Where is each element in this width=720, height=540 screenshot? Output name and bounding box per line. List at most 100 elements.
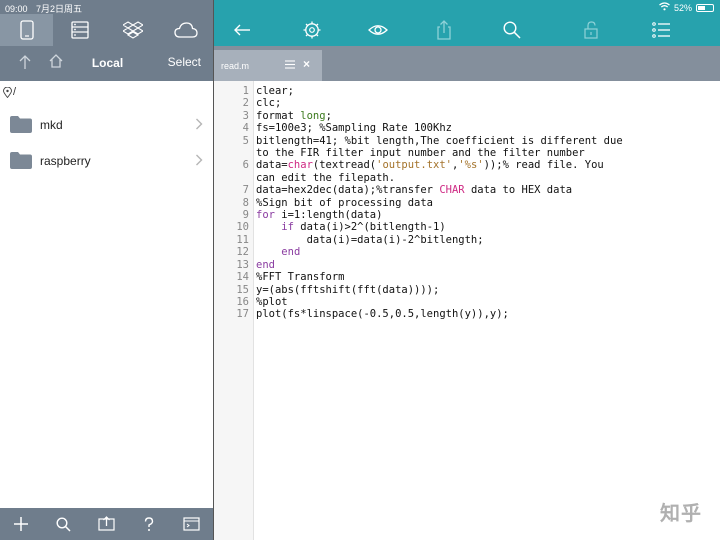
code-line: 16 %plot [214, 296, 720, 308]
file-tab-bar: read.m × [214, 46, 720, 81]
chevron-right-icon [196, 154, 203, 166]
location-tabs [0, 14, 213, 46]
file-name: mkd [40, 118, 63, 132]
line-number: 10 [236, 221, 249, 234]
code-line: 2 clc; [214, 97, 720, 109]
line-text: %FFT Transform [256, 271, 345, 284]
line-text: data=char(textread('output.txt','%s'));%… [256, 159, 604, 184]
code-line: 6 data=char(textread('output.txt','%s'));… [214, 159, 720, 184]
up-arrow-icon[interactable] [17, 54, 33, 70]
line-text: end [256, 258, 275, 271]
status-time: 09:00 [5, 4, 28, 14]
wifi-icon [659, 2, 670, 13]
location-pin-icon [3, 86, 12, 98]
list-item[interactable]: mkd [0, 106, 213, 142]
line-text: clear; [256, 85, 294, 97]
line-number: 4 [242, 122, 249, 135]
line-text: for i=1:length(data) [256, 209, 383, 222]
file-browser-toolbar [0, 508, 213, 540]
line-text: format long; [256, 109, 332, 122]
code-line: 8 %Sign bit of processing data [214, 197, 720, 209]
code-editor[interactable]: 1 clear; 2 clc; 3 format long; 4 fs=100e3; %… [214, 81, 720, 540]
line-number: 5 [242, 134, 249, 147]
code-line: 17 plot(fs*linspace(-0.5,0.5,length(y)),y… [214, 308, 720, 320]
search-icon[interactable] [55, 515, 73, 533]
line-text: end [281, 246, 301, 259]
current-path: / [13, 86, 17, 98]
editor-pane: read.m × 1 clear; 2 clc; 3 format long; 4 fs… [214, 0, 720, 540]
code-line: 7 data=hex2dec(data);%transfer CHAR data … [214, 184, 720, 196]
code-line: 10 if data(i)>2^(bitlength-1) [214, 221, 720, 233]
line-number: 17 [236, 308, 249, 321]
line-number: 7 [242, 184, 249, 197]
eye-icon[interactable] [368, 20, 388, 40]
watermark: 知乎 [660, 503, 702, 525]
line-text: if data(i)>2^(bitlength-1) [281, 221, 446, 234]
list-item[interactable]: raspberry [0, 142, 213, 178]
home-icon[interactable] [48, 53, 64, 69]
line-number: 3 [242, 109, 249, 122]
line-text: fs=100e3; %Sampling Rate 100Khz [256, 122, 452, 135]
code-line: 12 end [214, 246, 720, 258]
line-text: y=(abs(fftshift(fft(data)))); [256, 283, 440, 296]
line-text: data(i)=data(i)-2^bitlength; [256, 233, 484, 246]
line-number: 14 [236, 271, 249, 284]
line-number: 2 [242, 97, 249, 110]
code-area[interactable]: 1 clear; 2 clc; 3 format long; 4 fs=100e3; %… [214, 85, 720, 321]
line-number: 13 [236, 258, 249, 271]
tab-servers[interactable] [53, 14, 106, 46]
line-number: 15 [236, 283, 249, 296]
line-number: 6 [242, 159, 249, 172]
battery-icon [696, 3, 714, 12]
dropbox-icon [123, 21, 144, 39]
file-browser-nav: Local Select [0, 46, 213, 81]
code-line: 9 for i=1:length(data) [214, 209, 720, 221]
status-bar: 09:00 7月2日周五 52% [0, 0, 720, 14]
upload-icon[interactable] [97, 515, 115, 533]
cloud-icon [174, 22, 199, 38]
line-text: clc; [256, 97, 282, 110]
breadcrumb: / [3, 86, 16, 98]
terminal-icon[interactable] [183, 515, 201, 533]
battery-percent: 52% [673, 2, 692, 13]
select-button[interactable]: Select [168, 55, 201, 69]
line-number: 16 [236, 295, 249, 308]
add-icon[interactable] [12, 515, 30, 533]
tab-cloud[interactable] [160, 14, 213, 46]
code-line: 3 format long; [214, 110, 720, 122]
battery-fill [698, 5, 706, 10]
outline-icon[interactable] [651, 20, 671, 40]
line-text: %Sign bit of processing data [256, 196, 434, 209]
line-number: 1 [242, 85, 249, 97]
help-icon[interactable] [140, 515, 158, 533]
status-date: 7月2日周五 [36, 4, 83, 14]
tab-local[interactable] [0, 14, 54, 46]
code-line: 13 end [214, 259, 720, 271]
search-icon[interactable] [502, 20, 522, 40]
close-icon[interactable]: × [303, 57, 310, 71]
file-browser-pane: Local Select / mkd raspberry [0, 0, 213, 540]
tab-dropbox[interactable] [107, 14, 160, 46]
file-name: raspberry [40, 154, 91, 168]
line-text: data=hex2dec(data);%transfer CHAR data t… [256, 184, 573, 197]
line-text: %plot [256, 295, 288, 308]
back-icon[interactable] [232, 20, 252, 40]
code-line: 14 %FFT Transform [214, 271, 720, 283]
line-number: 8 [242, 196, 249, 209]
line-number: 12 [236, 246, 249, 259]
server-icon [71, 21, 89, 39]
code-line: 15 y=(abs(fftshift(fft(data)))); [214, 284, 720, 296]
folder-icon [10, 116, 32, 133]
phone-icon [19, 20, 34, 40]
share-icon[interactable] [434, 20, 454, 40]
code-line: 5 bitlength=41; %bit length,The coefficie… [214, 135, 720, 160]
menu-icon[interactable] [285, 60, 295, 69]
tab-read-m[interactable]: read.m × [214, 50, 322, 81]
line-text: bitlength=41; %bit length,The coefficien… [256, 134, 623, 160]
line-number: 11 [236, 233, 249, 246]
chevron-right-icon [196, 118, 203, 130]
line-text: plot(fs*linspace(-0.5,0.5,length(y)),y); [256, 308, 509, 321]
settings-icon[interactable] [302, 20, 322, 40]
file-browser-title: Local [91, 56, 124, 70]
lock-icon[interactable] [581, 20, 601, 40]
